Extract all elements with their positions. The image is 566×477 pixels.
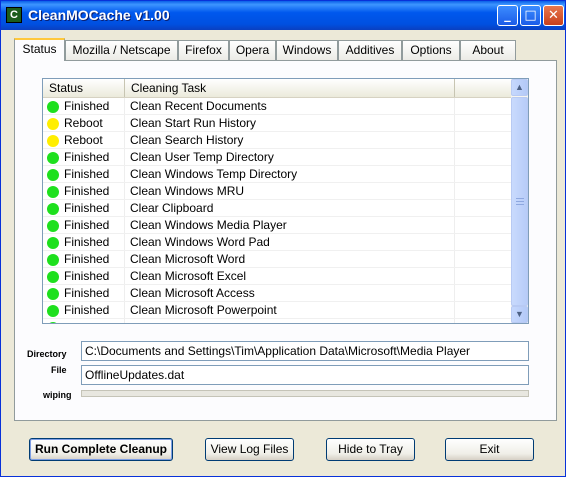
row-status: Finished (64, 235, 110, 249)
row-status: Finished (64, 303, 110, 317)
table-row[interactable]: Finished Clean Microsoft Access (43, 285, 512, 302)
list-scrollbar[interactable]: ▲ ▼ (511, 79, 528, 323)
row-task: Clean User Temp Directory (130, 150, 274, 164)
row-task: Clean Recent Documents (130, 99, 267, 113)
finished-status-icon (47, 305, 59, 317)
finished-status-icon (47, 169, 59, 181)
row-task: Clean Search History (130, 133, 244, 147)
run-complete-cleanup-button[interactable]: Run Complete Cleanup (29, 438, 173, 461)
table-row[interactable]: Finished Clean User Temp Directory (43, 149, 512, 166)
row-task: Clean Windows MRU (130, 184, 245, 198)
row-task: Clean Microsoft Access (130, 286, 255, 300)
tab-mozilla-netscape[interactable]: Mozilla / Netscape (65, 40, 178, 60)
finished-status-icon (47, 237, 59, 249)
reboot-status-icon (47, 118, 59, 130)
view-log-files-button[interactable]: View Log Files (205, 438, 294, 461)
finished-status-icon (47, 322, 59, 323)
finished-status-icon (47, 203, 59, 215)
row-task: Clean Windows Media Player (130, 218, 287, 232)
file-field[interactable]: OfflineUpdates.dat (81, 365, 529, 385)
table-row[interactable] (43, 319, 512, 323)
exit-button[interactable]: Exit (445, 438, 534, 461)
minimize-button[interactable]: _ (497, 5, 518, 26)
finished-status-icon (47, 220, 59, 232)
tab-additives[interactable]: Additives (338, 40, 402, 60)
row-status: Finished (64, 150, 110, 164)
window-title: CleanMOCache v1.00 (28, 7, 170, 23)
file-label: File (51, 365, 67, 375)
table-row[interactable]: Finished Clean Microsoft Excel (43, 268, 512, 285)
table-row[interactable]: Finished Clean Windows Word Pad (43, 234, 512, 251)
wiping-label: wiping (43, 390, 72, 400)
row-status: Reboot (64, 116, 103, 130)
list-rows: Finished Clean Recent Documents Reboot Clea… (43, 98, 512, 323)
minimize-icon: _ (504, 8, 511, 23)
row-task: Clean Microsoft Word (130, 252, 246, 266)
finished-status-icon (47, 101, 59, 113)
directory-field[interactable]: C:\Documents and Settings\Tim\Applicatio… (81, 341, 529, 361)
row-status: Finished (64, 269, 110, 283)
tab-firefox[interactable]: Firefox (178, 40, 229, 60)
scroll-up-button[interactable]: ▲ (511, 79, 528, 96)
scroll-thumb[interactable] (511, 97, 528, 306)
row-status: Finished (64, 286, 110, 300)
row-status: Finished (64, 218, 110, 232)
row-task: Clean Start Run History (130, 116, 257, 130)
scroll-up-icon: ▲ (515, 82, 524, 92)
maximize-icon: □ (524, 8, 537, 23)
row-task: Clean Microsoft Powerpoint (130, 303, 277, 317)
table-row[interactable]: Finished Clear Clipboard (43, 200, 512, 217)
row-status: Finished (64, 167, 110, 181)
close-button[interactable]: ✕ (543, 5, 564, 26)
row-status: Finished (64, 99, 110, 113)
scroll-down-button[interactable]: ▼ (511, 306, 528, 323)
row-task: Clean Windows Word Pad (130, 235, 270, 249)
finished-status-icon (47, 288, 59, 300)
tab-about[interactable]: About (460, 40, 516, 60)
directory-label: Directory (27, 349, 67, 359)
table-row[interactable]: Finished Clean Microsoft Word (43, 251, 512, 268)
grip-line (516, 201, 524, 202)
row-status: Reboot (64, 133, 103, 147)
column-header-status[interactable]: Status (43, 79, 125, 97)
row-task: Clean Microsoft Excel (130, 269, 247, 283)
wiping-progress-bar (81, 390, 529, 397)
table-row[interactable]: Reboot Clean Search History (43, 132, 512, 149)
title-bar[interactable]: C CleanMOCache v1.00 _ □ ✕ (1, 1, 565, 30)
reboot-status-icon (47, 135, 59, 147)
list-header: Status Cleaning Task (43, 79, 512, 98)
table-row[interactable]: Reboot Clean Start Run History (43, 115, 512, 132)
cleaning-task-list[interactable]: Status Cleaning Task Finished Clean Recen… (42, 78, 529, 324)
column-header-empty[interactable] (455, 79, 512, 97)
app-window: C CleanMOCache v1.00 _ □ ✕ Status Mozill… (0, 0, 566, 477)
tab-status[interactable]: Status (14, 38, 65, 61)
tab-windows[interactable]: Windows (276, 40, 338, 60)
scroll-down-icon: ▼ (515, 309, 524, 319)
finished-status-icon (47, 186, 59, 198)
grip-line (516, 204, 524, 205)
close-icon: ✕ (548, 8, 559, 23)
finished-status-icon (47, 254, 59, 266)
maximize-button[interactable]: □ (520, 5, 541, 26)
row-task: Clear Clipboard (130, 201, 214, 215)
app-icon: C (6, 7, 22, 23)
finished-status-icon (47, 152, 59, 164)
finished-status-icon (47, 271, 59, 283)
table-row[interactable]: Finished Clean Windows MRU (43, 183, 512, 200)
row-task: Clean Windows Temp Directory (130, 167, 298, 181)
table-row[interactable]: Finished Clean Recent Documents (43, 98, 512, 115)
row-status: Finished (64, 201, 110, 215)
hide-to-tray-button[interactable]: Hide to Tray (326, 438, 415, 461)
tab-opera[interactable]: Opera (229, 40, 276, 60)
table-row[interactable]: Finished Clean Windows Temp Directory (43, 166, 512, 183)
row-status: Finished (64, 252, 110, 266)
table-row[interactable]: Finished Clean Microsoft Powerpoint (43, 302, 512, 319)
tab-options[interactable]: Options (402, 40, 460, 60)
grip-line (516, 198, 524, 199)
table-row[interactable]: Finished Clean Windows Media Player (43, 217, 512, 234)
column-header-cleaning-task[interactable]: Cleaning Task (125, 79, 455, 97)
row-status: Finished (64, 184, 110, 198)
